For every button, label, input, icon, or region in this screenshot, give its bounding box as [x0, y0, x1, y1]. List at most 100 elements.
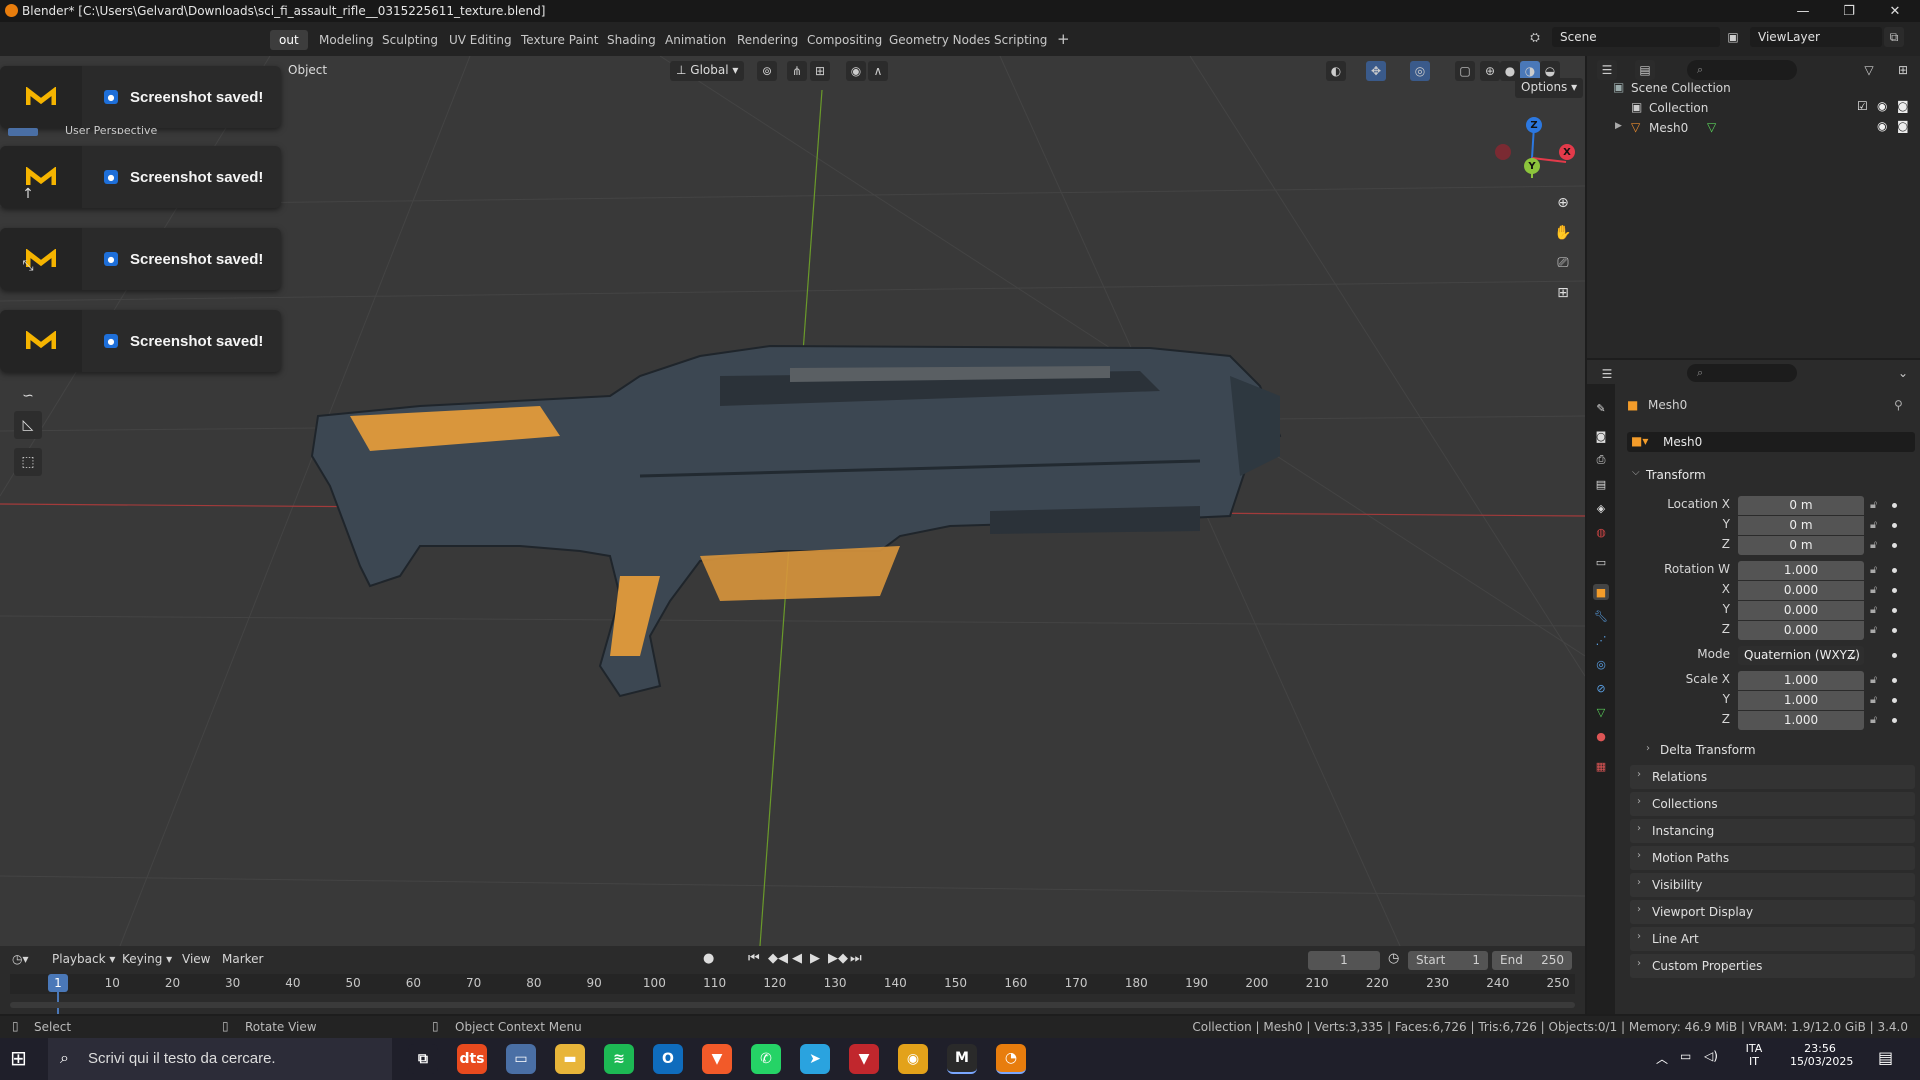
gizmo-y-icon[interactable]: Y — [1524, 158, 1540, 174]
close-button[interactable]: ✕ — [1872, 0, 1918, 22]
show-hidden-icons-icon[interactable]: ︿ — [1656, 1050, 1668, 1067]
snap-target-icon[interactable]: ⊞ — [810, 61, 830, 81]
network-icon[interactable]: ▭ — [1680, 1049, 1691, 1063]
scene-selector[interactable]: Scene — [1552, 27, 1720, 47]
world-tab-icon[interactable]: ◍ — [1593, 524, 1609, 540]
keyframe-dot-icon[interactable] — [1892, 588, 1897, 593]
keyframe-dot-icon[interactable] — [1892, 678, 1897, 683]
minimize-button[interactable]: — — [1780, 0, 1826, 22]
section-visibility[interactable]: › Visibility — [1630, 873, 1915, 897]
annotate-tool-icon[interactable]: ∽ — [14, 382, 42, 410]
pan-hand-icon[interactable]: ✋ — [1550, 220, 1576, 246]
options-button[interactable]: Options ▾ — [1515, 78, 1584, 98]
marker-menu[interactable]: Marker — [222, 952, 263, 966]
keyframe-dot-icon[interactable] — [1892, 698, 1897, 703]
view-layer-selector[interactable]: ViewLayer — [1750, 27, 1882, 47]
lock-icon[interactable]: 🔓︎ — [1870, 673, 1877, 687]
next-keyframe-icon[interactable]: ▶◆ — [828, 951, 848, 966]
windows-start-icon[interactable]: ⊞ — [10, 1046, 36, 1072]
location-z-field[interactable]: 0 m — [1738, 536, 1864, 555]
keyframe-dot-icon[interactable] — [1892, 568, 1897, 573]
section-instancing[interactable]: › Instancing — [1630, 819, 1915, 843]
filter-icon[interactable]: ▽ — [1859, 60, 1879, 80]
perspective-grid-icon[interactable]: ⊞ — [1550, 280, 1576, 306]
location-x-field[interactable]: 0 m — [1738, 496, 1864, 515]
task-view-icon[interactable]: ⧉ — [408, 1044, 438, 1074]
outlook-icon[interactable]: O — [653, 1044, 683, 1074]
material-tab-icon[interactable]: ● — [1593, 728, 1609, 744]
rotation-z-field[interactable]: 0.000 — [1738, 621, 1864, 640]
rotation-mode-select[interactable]: Quaternion (WXYZ) ⌄ — [1738, 646, 1864, 665]
object-tab-icon[interactable]: ■ — [1593, 584, 1609, 600]
outliner-row-scene-collection[interactable]: ▣ Scene Collection — [1587, 78, 1920, 98]
toast-notification[interactable]: ● Screenshot saved! — [0, 310, 281, 372]
editor-type-icon[interactable]: ☰ — [1597, 60, 1617, 80]
keyframe-dot-icon[interactable] — [1892, 608, 1897, 613]
properties-search-input[interactable]: ⌕ — [1687, 364, 1797, 382]
section-line-art[interactable]: › Line Art — [1630, 927, 1915, 951]
checkbox-icon[interactable]: ☑ — [1857, 99, 1868, 113]
properties-editor-type-icon[interactable]: ☰ — [1597, 364, 1617, 384]
tab-layout[interactable]: out — [270, 30, 308, 50]
xray-icon[interactable]: ▢ — [1455, 61, 1475, 81]
modifier-tab-icon[interactable]: 🔧︎ — [1593, 608, 1609, 624]
prev-keyframe-icon[interactable]: ◆◀ — [768, 951, 788, 966]
gizmo-toggle-icon[interactable]: ✥ — [1366, 61, 1386, 81]
rotation-x-field[interactable]: 0.000 — [1738, 581, 1864, 600]
gizmo-z-icon[interactable]: Z — [1526, 117, 1542, 133]
lock-icon[interactable]: 🔓︎ — [1870, 563, 1877, 577]
timeline-editor-icon[interactable]: ◷▾ — [12, 952, 29, 966]
file-store-icon[interactable]: ▭ — [506, 1044, 536, 1074]
delta-transform-subpanel[interactable]: › Delta Transform — [1646, 740, 1916, 760]
telegram-icon[interactable]: ➤ — [800, 1044, 830, 1074]
outliner-search-input[interactable]: ⌕ — [1687, 60, 1797, 80]
section-custom-properties[interactable]: › Custom Properties — [1630, 954, 1915, 978]
record-icon[interactable]: ● — [703, 951, 714, 966]
current-frame-field[interactable]: 1 — [1308, 951, 1380, 970]
tool-tab-icon[interactable]: ✎ — [1593, 400, 1609, 416]
rotation-y-field[interactable]: 0.000 — [1738, 601, 1864, 620]
tab-geometry-nodes[interactable]: Geometry Nodes — [880, 30, 999, 50]
add-workspace-button[interactable]: + — [1048, 27, 1079, 48]
tab-scripting[interactable]: Scripting — [985, 30, 1056, 50]
toast-notification[interactable]: ● Screenshot saved! — [0, 228, 281, 290]
chevron-down-icon[interactable]: ⌄ — [1893, 363, 1913, 383]
camera-view-icon[interactable]: ⎚ — [1550, 250, 1576, 276]
lock-icon[interactable]: 🔓︎ — [1870, 623, 1877, 637]
frame-ruler[interactable] — [10, 974, 1575, 994]
lock-icon[interactable]: 🔓︎ — [1870, 693, 1877, 707]
section-motion-paths[interactable]: › Motion Paths — [1630, 846, 1915, 870]
expand-arrow-icon[interactable]: ▶ — [1615, 121, 1622, 131]
play-icon[interactable]: ▶ — [810, 951, 820, 966]
tab-animation[interactable]: Animation — [656, 30, 735, 50]
render-tab-icon[interactable]: ◙ — [1593, 428, 1609, 444]
display-mode-icon[interactable]: ▤ — [1635, 60, 1655, 80]
view-layer-tab-icon[interactable]: ▤ — [1593, 476, 1609, 492]
clock[interactable]: 23:56 15/03/2025 — [1790, 1042, 1853, 1068]
location-y-field[interactable]: 0 m — [1738, 516, 1864, 535]
pivot-icon[interactable]: ⊚ — [757, 61, 777, 81]
rotation-w-field[interactable]: 1.000 — [1738, 561, 1864, 580]
scale-x-field[interactable]: 1.000 — [1738, 671, 1864, 690]
keyframe-dot-icon[interactable] — [1892, 628, 1897, 633]
collection-tab-icon[interactable]: ▭ — [1593, 554, 1609, 570]
notifications-icon[interactable]: ▤ — [1878, 1048, 1893, 1067]
spotify-icon[interactable]: ≋ — [604, 1044, 634, 1074]
playback-menu[interactable]: Playback ▾ — [52, 952, 115, 966]
outliner-row-mesh0[interactable]: ▶ ▽ Mesh0 ▽ ◉ ◙ — [1587, 118, 1920, 138]
keyframe-dot-icon[interactable] — [1892, 503, 1897, 508]
object-menu[interactable]: Object — [282, 61, 333, 81]
rifle-model[interactable] — [310, 344, 1282, 698]
tab-modeling[interactable]: Modeling — [310, 30, 383, 50]
brave-icon[interactable]: ▼ — [702, 1044, 732, 1074]
outliner-row-collection[interactable]: ▣ Collection ☑ ◉ ◙ — [1587, 98, 1920, 118]
maximize-button[interactable]: ❐ — [1826, 0, 1872, 22]
snap-icon[interactable]: ⋔ — [787, 61, 807, 81]
keyframe-dot-icon[interactable] — [1892, 718, 1897, 723]
lock-icon[interactable]: 🔓︎ — [1870, 498, 1877, 512]
mesh-data-icon[interactable]: ▽ — [1707, 120, 1716, 134]
scene-icon[interactable]: ⛭ — [1525, 27, 1545, 47]
constraints-tab-icon[interactable]: ⊘ — [1593, 680, 1609, 696]
camera-render-icon[interactable]: ◙ — [1897, 99, 1909, 113]
lock-icon[interactable]: 🔓︎ — [1870, 713, 1877, 727]
